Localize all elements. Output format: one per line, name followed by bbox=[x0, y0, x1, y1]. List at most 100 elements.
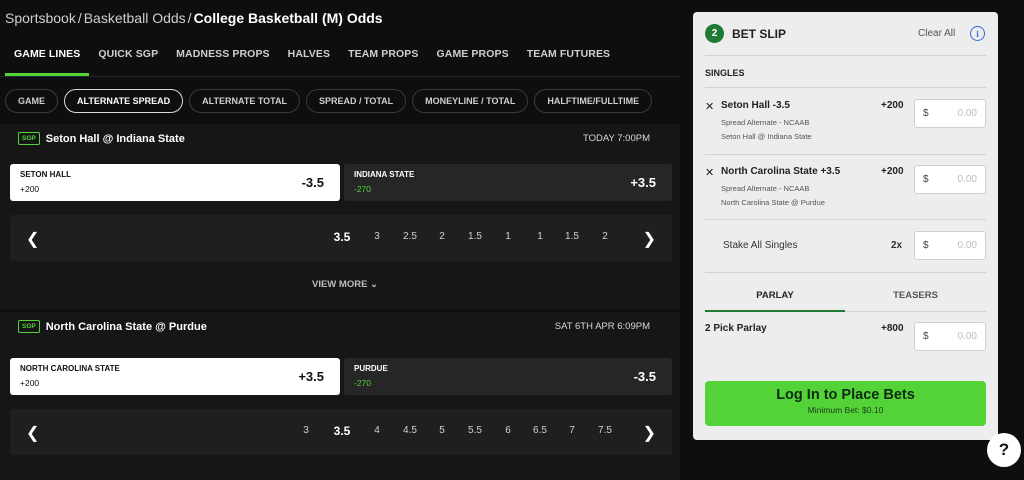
pill-spread-total[interactable]: SPREAD / TOTAL bbox=[306, 89, 407, 113]
divider bbox=[705, 219, 986, 220]
alt-line-value[interactable]: 1.5 bbox=[461, 231, 489, 242]
breadcrumb-current: College Basketball (M) Odds bbox=[193, 10, 383, 26]
bet-slip: 2 BET SLIP Clear All i SINGLES ✕ Seton H… bbox=[693, 12, 998, 440]
pill-halftime-fulltime[interactable]: HALFTIME/FULLTIME bbox=[534, 89, 653, 113]
odds-button-away[interactable]: PURDUE -270 -3.5 bbox=[344, 358, 672, 395]
divider bbox=[705, 272, 986, 273]
stake-input-box: $ bbox=[914, 165, 986, 194]
tab-teasers[interactable]: TEASERS bbox=[845, 280, 986, 312]
pill-moneyline-total[interactable]: MONEYLINE / TOTAL bbox=[412, 89, 529, 113]
alt-line-value[interactable]: 7.5 bbox=[591, 425, 619, 436]
event-time: TODAY 7:00PM bbox=[582, 133, 650, 144]
stake-all-input[interactable] bbox=[928, 240, 977, 251]
parlay-stake-input[interactable] bbox=[928, 331, 977, 342]
bet-event: Seton Hall @ Indiana State bbox=[721, 132, 812, 141]
alt-line-value[interactable]: 5 bbox=[428, 425, 456, 436]
team-name: NORTH CAROLINA STATE bbox=[20, 364, 120, 373]
stake-input[interactable] bbox=[928, 108, 977, 119]
chevron-right-icon[interactable]: ❯ bbox=[643, 229, 656, 249]
alt-line-value[interactable]: 2.5 bbox=[396, 231, 424, 242]
event-card: SGP Seton Hall @ Indiana State TODAY 7:0… bbox=[0, 124, 680, 310]
breadcrumb-sportsbook[interactable]: Sportsbook bbox=[5, 10, 76, 26]
spread-line: -3.5 bbox=[633, 369, 656, 384]
bet-slip-header: 2 BET SLIP bbox=[705, 24, 786, 43]
event-time: SAT 6TH APR 6:09PM bbox=[554, 321, 650, 332]
event-header: SGP Seton Hall @ Indiana State bbox=[18, 132, 185, 145]
bet-selection: Seton Hall -3.5 bbox=[721, 100, 790, 111]
alt-line-value[interactable]: 1 bbox=[526, 231, 554, 242]
pill-alternate-total[interactable]: ALTERNATE TOTAL bbox=[189, 89, 300, 113]
bet-odds: +200 bbox=[881, 166, 904, 177]
bet-event: North Carolina State @ Purdue bbox=[721, 198, 825, 207]
parlay-label: 2 Pick Parlay bbox=[705, 323, 767, 334]
breadcrumb: Sportsbook / Basketball Odds / College Baske… bbox=[5, 10, 383, 26]
pill-alternate-spread[interactable]: ALTERNATE SPREAD bbox=[64, 89, 184, 113]
odds-button-home[interactable]: SETON HALL +200 -3.5 bbox=[10, 164, 340, 201]
alt-line-value[interactable]: 4 bbox=[363, 425, 391, 436]
bet-selection: North Carolina State +3.5 bbox=[721, 166, 841, 177]
chevron-down-icon: ⌄ bbox=[370, 279, 379, 290]
odds-price: -270 bbox=[354, 184, 372, 194]
breadcrumb-separator: / bbox=[77, 10, 82, 26]
tab-halves[interactable]: HALVES bbox=[279, 38, 339, 76]
stake-input-box: $ bbox=[914, 99, 986, 128]
info-icon[interactable]: i bbox=[970, 26, 985, 41]
tab-game-props[interactable]: GAME PROPS bbox=[428, 38, 518, 76]
alt-line-value[interactable]: 6.5 bbox=[526, 425, 554, 436]
tabs-divider bbox=[0, 76, 680, 77]
team-name: PURDUE bbox=[354, 364, 388, 373]
alt-line-selector: ❮ 3 3.5 4 4.5 5 5.5 6 6.5 7 7.5 ❯ bbox=[10, 409, 672, 455]
chevron-left-icon[interactable]: ❮ bbox=[26, 423, 39, 443]
tab-parlay[interactable]: PARLAY bbox=[705, 280, 845, 312]
odds-price: -270 bbox=[354, 378, 372, 388]
event-card: SGP North Carolina State @ Purdue SAT 6T… bbox=[0, 312, 680, 480]
odds-button-home[interactable]: NORTH CAROLINA STATE +200 +3.5 bbox=[10, 358, 340, 395]
remove-bet-icon[interactable]: ✕ bbox=[705, 166, 714, 179]
event-title[interactable]: North Carolina State @ Purdue bbox=[46, 321, 207, 333]
market-tabs: GAME LINES QUICK SGP MADNESS PROPS HALVE… bbox=[5, 38, 619, 76]
login-to-place-bets-button[interactable]: Log In to Place Bets Minimum Bet: $0.10 bbox=[705, 381, 986, 426]
odds-button-away[interactable]: INDIANA STATE -270 +3.5 bbox=[344, 164, 672, 201]
alt-line-value[interactable]: 1 bbox=[494, 231, 522, 242]
remove-bet-icon[interactable]: ✕ bbox=[705, 100, 714, 113]
chevron-right-icon[interactable]: ❯ bbox=[643, 423, 656, 443]
alt-line-value[interactable]: 6 bbox=[494, 425, 522, 436]
stake-all-multiplier: 2x bbox=[891, 240, 903, 251]
clear-all-button[interactable]: Clear All bbox=[918, 28, 955, 39]
tab-quick-sgp[interactable]: QUICK SGP bbox=[89, 38, 167, 76]
tab-team-futures[interactable]: TEAM FUTURES bbox=[518, 38, 619, 76]
event-title[interactable]: Seton Hall @ Indiana State bbox=[46, 133, 185, 145]
minimum-bet-text: Minimum Bet: $0.10 bbox=[807, 405, 884, 415]
chevron-left-icon[interactable]: ❮ bbox=[26, 229, 39, 249]
odds-price: +200 bbox=[20, 184, 40, 194]
tab-game-lines[interactable]: GAME LINES bbox=[5, 38, 90, 76]
spread-line: -3.5 bbox=[301, 175, 324, 190]
parlay-odds: +800 bbox=[881, 323, 904, 334]
view-more-button[interactable]: VIEW MORE ⌄ bbox=[312, 279, 378, 290]
login-button-label: Log In to Place Bets bbox=[776, 387, 915, 403]
pill-game[interactable]: GAME bbox=[5, 89, 58, 113]
tab-madness-props[interactable]: MADNESS PROPS bbox=[167, 38, 278, 76]
divider bbox=[705, 55, 986, 56]
stake-all-label: Stake All Singles bbox=[723, 240, 798, 251]
alt-line-value[interactable]: 2 bbox=[428, 231, 456, 242]
alt-line-selector: ❮ 3.5 3 2.5 2 1.5 1 1 1.5 2 ❯ bbox=[10, 215, 672, 261]
stake-all-input-box: $ bbox=[914, 231, 986, 260]
alt-line-value[interactable]: 3.5 bbox=[328, 424, 356, 438]
alt-line-value[interactable]: 3 bbox=[292, 425, 320, 436]
help-button[interactable]: ? bbox=[987, 433, 1021, 467]
parlay-stake-input-box: $ bbox=[914, 322, 986, 351]
alt-line-value[interactable]: 2 bbox=[591, 231, 619, 242]
stake-input[interactable] bbox=[928, 174, 977, 185]
alt-line-value[interactable]: 5.5 bbox=[461, 425, 489, 436]
divider bbox=[705, 87, 986, 88]
singles-label: SINGLES bbox=[705, 68, 745, 78]
breadcrumb-basketball-odds[interactable]: Basketball Odds bbox=[84, 10, 186, 26]
alt-line-value[interactable]: 7 bbox=[558, 425, 586, 436]
alt-line-value[interactable]: 3.5 bbox=[328, 230, 356, 244]
alt-line-value[interactable]: 3 bbox=[363, 231, 391, 242]
alt-line-value[interactable]: 1.5 bbox=[558, 231, 586, 242]
spread-line: +3.5 bbox=[298, 369, 324, 384]
alt-line-value[interactable]: 4.5 bbox=[396, 425, 424, 436]
tab-team-props[interactable]: TEAM PROPS bbox=[339, 38, 427, 76]
